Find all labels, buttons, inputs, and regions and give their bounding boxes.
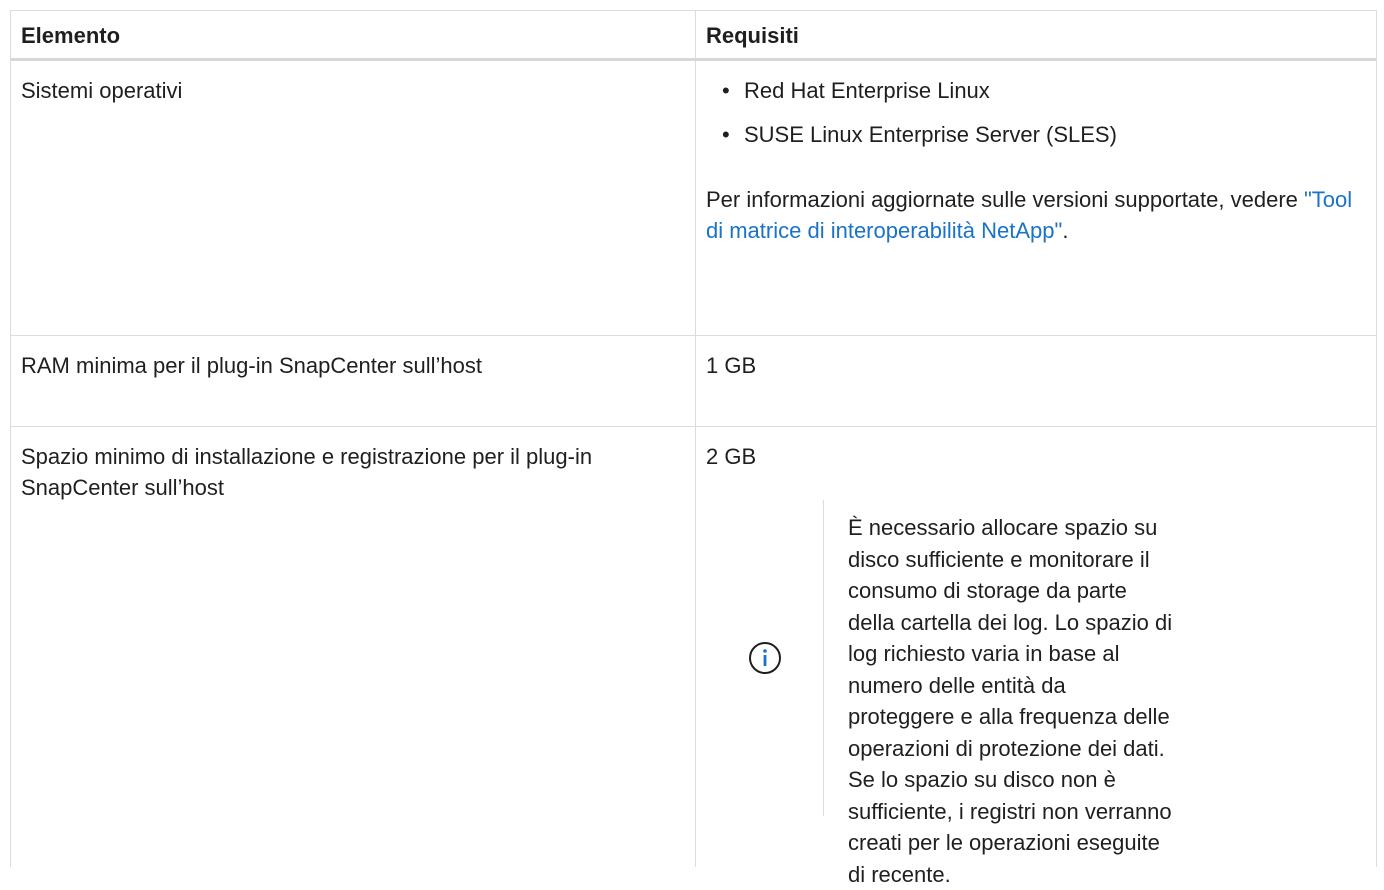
list-item: • Red Hat Enterprise Linux [706, 75, 1364, 119]
table-row-operating-systems: Sistemi operativi • Red Hat Enterprise L… [11, 61, 1376, 336]
os-label: Sistemi operativi [11, 61, 696, 335]
header-requisiti: Requisiti [706, 23, 799, 48]
requirements-table: Elemento Requisiti Sistemi operativi • R… [10, 10, 1377, 887]
os-list: • Red Hat Enterprise Linux • SUSE Linux … [706, 75, 1364, 163]
table-row-ram: RAM minima per il plug-in SnapCenter sul… [11, 336, 1376, 427]
table-header-row: Elemento Requisiti [11, 11, 1376, 61]
support-prefix: Per informazioni aggiornate sulle versio… [706, 187, 1304, 212]
ram-value: 1 GB [706, 353, 757, 378]
support-suffix: . [1062, 218, 1069, 243]
support-info: Per informazioni aggiornate sulle versio… [706, 184, 1364, 246]
header-elemento: Elemento [11, 11, 696, 58]
note-icon-column [706, 500, 824, 816]
space-value: 2 GB [706, 444, 757, 469]
table-row-disk-space: Spazio minimo di installazione e registr… [11, 427, 1376, 887]
list-item: • SUSE Linux Enterprise Server (SLES) [706, 119, 1364, 163]
ram-label: RAM minima per il plug-in SnapCenter sul… [11, 336, 696, 426]
bullet-icon: • [722, 78, 730, 103]
os-item-sles: SUSE Linux Enterprise Server (SLES) [744, 122, 1117, 147]
space-label: Spazio minimo di installazione e registr… [11, 427, 696, 867]
os-item-rhel: Red Hat Enterprise Linux [744, 78, 990, 103]
admonition-note: È necessario allocare spazio su disco su… [706, 500, 1364, 887]
note-text: È necessario allocare spazio su disco su… [848, 515, 1173, 887]
os-requirements: • Red Hat Enterprise Linux • SUSE Linux … [696, 61, 1374, 335]
info-circle-icon [748, 642, 781, 674]
bullet-icon: • [722, 122, 730, 147]
space-requirements: 2 GB È necessario allocare spazio su dis… [696, 427, 1374, 887]
